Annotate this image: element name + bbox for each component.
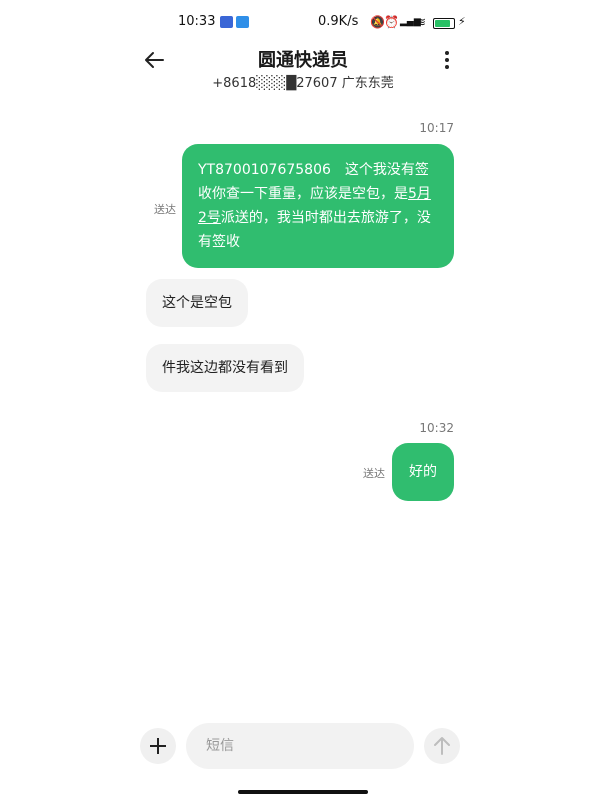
incoming-message[interactable]: 这个是空包 — [146, 279, 248, 327]
battery-icon — [433, 18, 455, 29]
send-arrow-icon — [434, 737, 450, 755]
send-button[interactable] — [424, 728, 460, 764]
notification-shield-icon — [236, 16, 249, 28]
message-text: 件我这边都没有看到 — [162, 360, 288, 376]
outgoing-message[interactable]: 好的 — [392, 443, 454, 501]
status-time: 10:33 — [178, 14, 216, 29]
phone-screen: 10:33 0.9K/s 🔕 ⏰ ▂▄▆ ≋ ⚡ 圆通快递员 +8618░░░█… — [138, 0, 468, 800]
delivery-status: 送达 — [363, 467, 385, 480]
attach-plus-button[interactable] — [140, 728, 176, 764]
network-speed: 0.9K/s — [318, 14, 359, 29]
home-indicator[interactable] — [238, 790, 368, 794]
message-text: 这个是空包 — [162, 295, 232, 311]
wifi-icon: ≋ — [416, 15, 427, 29]
message-text: 好的 — [409, 464, 437, 480]
contact-name: 圆通快递员 — [258, 50, 348, 71]
alarm-icon: ⏰ — [384, 15, 399, 29]
more-options-icon[interactable] — [436, 48, 458, 74]
incoming-message[interactable]: 件我这边都没有看到 — [146, 344, 304, 392]
message-text: 派送的，我当时都出去旅游了，没有签收 — [198, 210, 431, 250]
message-timestamp: 10:17 — [419, 121, 454, 135]
sms-input[interactable] — [186, 723, 414, 769]
outgoing-message[interactable]: YT8700107675806 这个我没有签收你查一下重量，应该是空包，是5月2… — [182, 144, 454, 268]
status-bar: 10:33 0.9K/s 🔕 ⏰ ▂▄▆ ≋ ⚡ — [138, 12, 468, 32]
mute-icon: 🔕 — [370, 15, 385, 29]
message-text: YT8700107675806 这个我没有签收你查一下重量，应该是空包，是 — [198, 162, 429, 202]
contact-number: +8618░░░█27607 广东东莞 — [212, 76, 394, 91]
notification-app-icon — [220, 16, 233, 28]
delivery-status: 送达 — [154, 203, 176, 216]
charging-icon: ⚡ — [458, 15, 466, 28]
message-timestamp: 10:32 — [419, 421, 454, 435]
